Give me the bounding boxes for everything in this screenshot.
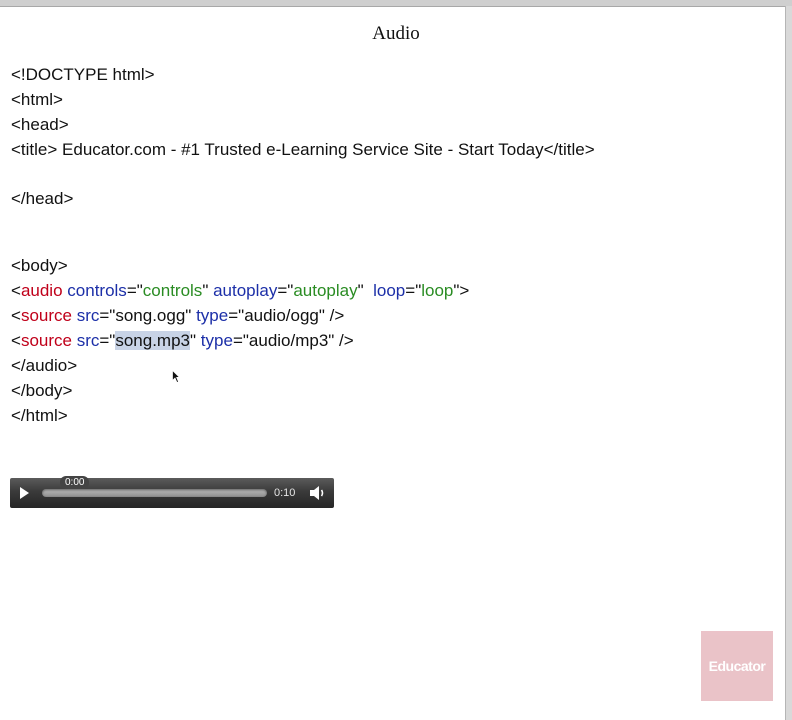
code-line-source-ogg: <source src="song.ogg" type="audio/ogg" …: [11, 304, 344, 328]
code-line-html-close: </html>: [11, 406, 68, 425]
code-line-html-open: <html>: [11, 90, 63, 109]
code-value-type: audio/ogg: [244, 306, 319, 325]
code-line-head-open: <head>: [11, 115, 69, 134]
code-value-loop: loop: [421, 281, 454, 300]
code-attr-type: type: [196, 306, 229, 325]
code-value-controls: controls: [142, 281, 203, 300]
code-line-audio-open: <audio controls="controls" autoplay="aut…: [11, 279, 469, 303]
code-line-head-close: </head>: [11, 189, 74, 208]
code-line-body-close: </body>: [11, 381, 73, 400]
code-bracket: <: [11, 281, 21, 300]
audio-player: 0:00 0:10: [10, 476, 334, 508]
code-line-title: <title> Educator.com - #1 Trusted e-Lear…: [11, 140, 595, 159]
window-right-frame: [785, 6, 792, 720]
code-tag-name: source: [20, 306, 72, 325]
code-value-src-selected[interactable]: song.mp3: [115, 331, 191, 350]
code-value-type: audio/mp3: [248, 331, 329, 350]
code-quote-close: " />: [328, 331, 354, 350]
educator-logo: Educator: [701, 631, 773, 701]
code-equals: =": [232, 331, 249, 350]
code-bracket: <: [11, 331, 21, 350]
code-equals: =": [277, 281, 294, 300]
code-quote-close: ">: [453, 281, 470, 300]
code-line-audio-close: </audio>: [11, 356, 78, 375]
current-time-tooltip: 0:00: [60, 476, 90, 489]
code-attr-autoplay: autoplay: [213, 281, 278, 300]
code-attr-loop: loop: [373, 281, 406, 300]
slide-title: Audio: [372, 23, 420, 44]
code-attr-src: src: [76, 331, 100, 350]
mouse-pointer-icon: [172, 370, 180, 383]
code-value-src: song.ogg: [115, 306, 186, 325]
code-equals: =": [99, 306, 116, 325]
code-attr-type: type: [200, 331, 233, 350]
code-attr-src: src: [76, 306, 100, 325]
code-line-body-open: <body>: [11, 256, 68, 275]
code-tag-name: source: [20, 331, 72, 350]
code-equals: =": [99, 331, 116, 350]
code-attr-controls: controls: [67, 281, 127, 300]
seek-bar[interactable]: 0:00: [42, 476, 267, 497]
code-bracket: <: [11, 306, 21, 325]
code-tag-name: audio: [20, 281, 63, 300]
speaker-icon[interactable]: [307, 484, 327, 502]
duration-label: 0:10: [274, 487, 296, 499]
code-equals: =": [405, 281, 422, 300]
play-icon[interactable]: [16, 485, 32, 501]
window-top-bar: [0, 0, 792, 7]
code-equals: =": [126, 281, 143, 300]
code-value-autoplay: autoplay: [293, 281, 358, 300]
code-quote-close: " />: [318, 306, 345, 325]
code-line-source-mp3: <source src="song.mp3" type="audio/mp3" …: [11, 329, 354, 353]
code-equals: =": [228, 306, 245, 325]
code-line-doctype: <!DOCTYPE html>: [11, 65, 155, 84]
